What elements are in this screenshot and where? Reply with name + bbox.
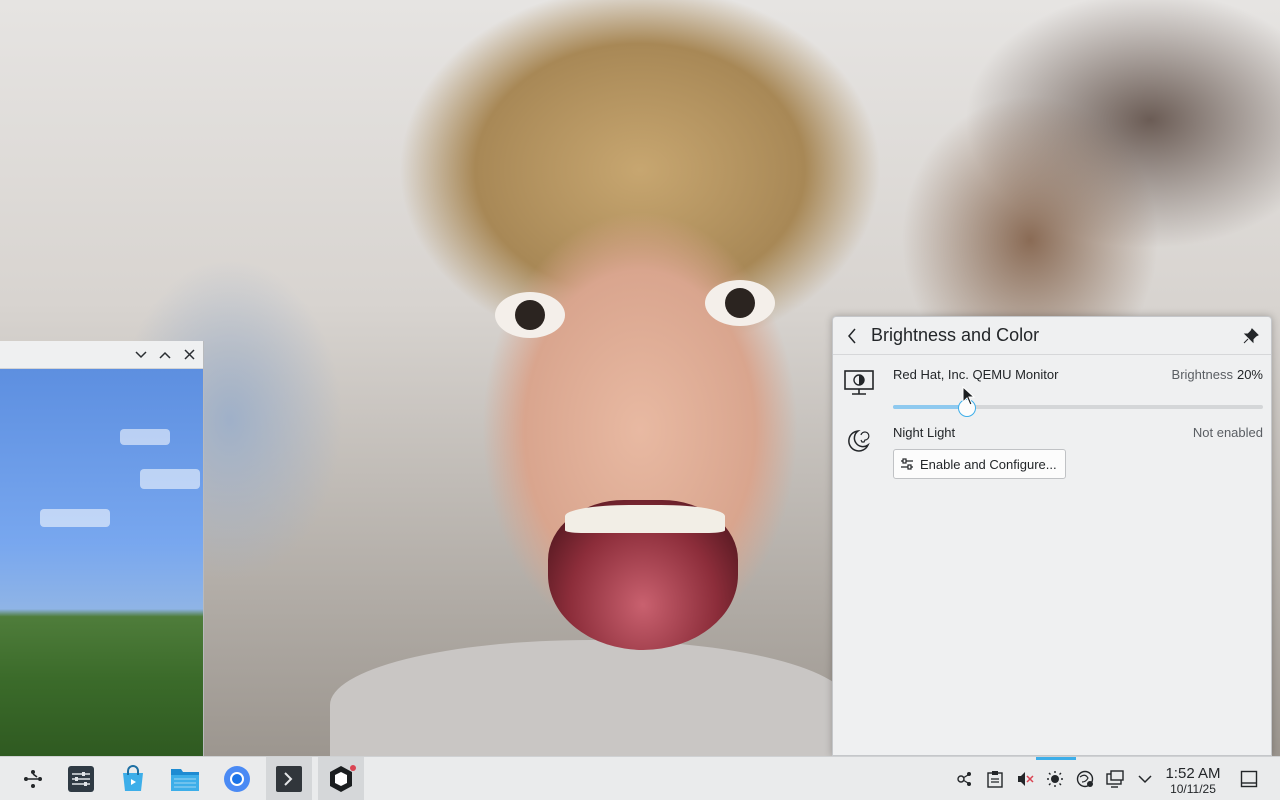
clipboard-icon (987, 771, 1003, 788)
file-manager-icon (171, 769, 199, 791)
brightness-readout: Brightness 20% (1172, 367, 1263, 382)
app-launcher-icon (24, 770, 42, 788)
minecraft-icon (330, 765, 356, 792)
night-light-label: Night Light (893, 425, 956, 440)
system-settings-icon (68, 766, 94, 792)
digital-clock[interactable]: 1:52 AM 10/11/25 (1158, 765, 1228, 796)
volume-muted-icon (1018, 772, 1034, 786)
taskbar: 1:52 AM 10/11/25 (0, 756, 1280, 800)
brightness-icon (1047, 771, 1063, 787)
panel-title: Brightness and Color (871, 325, 1040, 345)
app-launcher-button[interactable] (10, 757, 56, 800)
expand-tray-button[interactable] (1132, 757, 1158, 800)
minecraft-task[interactable] (318, 757, 364, 800)
brightness-tray[interactable] (1042, 757, 1068, 800)
pin-button[interactable] (1241, 326, 1261, 346)
enable-configure-label: Enable and Configure... (920, 456, 1057, 472)
kde-connect-tray[interactable] (952, 757, 978, 800)
night-light-status: Not enabled (1192, 425, 1263, 440)
clipboard-tray[interactable] (982, 757, 1008, 800)
night-light-icon (843, 425, 875, 457)
display-icon (1106, 770, 1124, 788)
monitor-name: Red Hat, Inc. QEMU Monitor (893, 367, 1059, 382)
file-manager-task[interactable] (162, 757, 208, 800)
maximize-button[interactable] (157, 347, 173, 363)
chromium-task[interactable] (214, 757, 260, 800)
panel-header: Brightness and Color (833, 317, 1271, 355)
display-tray[interactable] (1102, 757, 1128, 800)
show-desktop-button[interactable] (1234, 757, 1264, 800)
night-light-row: Night Light Not enabled Enable and Confi… (833, 421, 1273, 491)
mouse-cursor (962, 386, 976, 406)
brightness-color-panel: Brightness and Color Red Hat, Inc. QEMU … (832, 316, 1272, 756)
pin-icon (1243, 327, 1259, 343)
brightness-slider[interactable] (893, 399, 1263, 417)
clock-time: 1:52 AM (1165, 765, 1221, 782)
discover-store-icon (123, 765, 143, 791)
show-desktop-icon (1240, 770, 1258, 788)
slider-fill (893, 405, 967, 409)
brightness-value: 20% (1236, 367, 1263, 382)
terminal-task[interactable] (266, 757, 312, 800)
configure-icon (901, 458, 913, 470)
terminal-icon (276, 766, 302, 792)
discover-store-task[interactable] (110, 757, 156, 800)
network-icon (1076, 770, 1094, 788)
game-window[interactable] (0, 341, 204, 756)
minimize-button[interactable] (133, 347, 149, 363)
brightness-label: Brightness (1171, 367, 1233, 382)
kde-connect-icon (957, 772, 971, 786)
volume-tray[interactable] (1012, 757, 1038, 800)
back-button[interactable] (841, 325, 863, 347)
enable-configure-button[interactable]: Enable and Configure... (893, 449, 1066, 479)
close-button[interactable] (181, 347, 197, 363)
clock-date: 10/11/25 (1170, 782, 1216, 796)
monitor-icon (843, 367, 875, 399)
chromium-browser-icon (224, 766, 250, 792)
expand-tray-icon (1138, 775, 1152, 784)
system-settings-task[interactable] (58, 757, 104, 800)
game-viewport[interactable] (0, 369, 203, 756)
network-tray[interactable] (1072, 757, 1098, 800)
monitor-brightness-row: Red Hat, Inc. QEMU Monitor Brightness 20% (833, 363, 1273, 423)
window-titlebar[interactable] (0, 341, 203, 369)
